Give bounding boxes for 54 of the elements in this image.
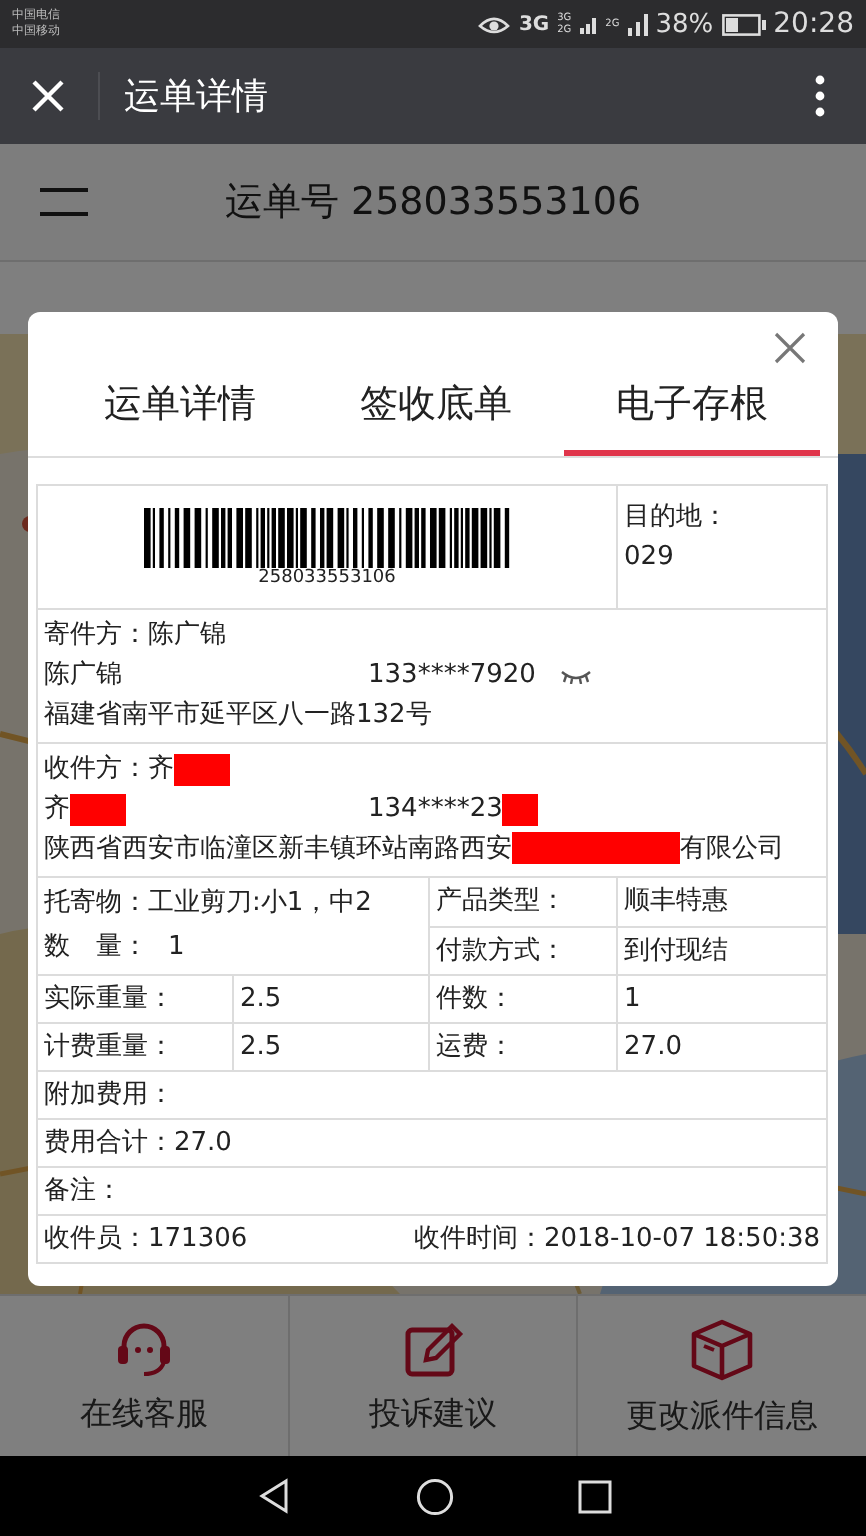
battery-icon	[721, 13, 766, 35]
edit-icon	[401, 1317, 465, 1381]
battery-percent: 38%	[655, 9, 714, 39]
table-cell: 2.5	[233, 975, 429, 1023]
home-icon[interactable]	[415, 1477, 453, 1515]
courier-id: 收件员：171306	[44, 1222, 248, 1258]
closed-eye-icon[interactable]	[559, 668, 592, 684]
table-cell: 运费：	[429, 1023, 618, 1071]
waybill-title: 运单号 258033553106	[224, 178, 642, 228]
recipient-address: 有限公司	[680, 834, 784, 864]
table-cell: 2.5	[233, 1023, 429, 1071]
barcode-number: 258033553106	[258, 567, 396, 587]
sender-heading: 寄件方：陈广锦	[44, 618, 228, 654]
sender-name: 陈广锦	[44, 658, 124, 694]
signal-icon	[627, 12, 648, 36]
recipient-heading: 收件方：齐	[44, 752, 174, 788]
table-cell: 1	[617, 975, 828, 1023]
phone-number: 134****23	[368, 792, 503, 828]
signal-icon	[579, 14, 598, 34]
table-cell: 到付现结	[617, 926, 828, 975]
tab[interactable]: 签收底单	[308, 368, 564, 456]
more-icon	[814, 74, 826, 118]
table-cell: 计费重量：	[37, 1023, 233, 1071]
goods-text: 托寄物：工业剪刀:小1，中2	[44, 886, 374, 922]
sender-address: 福建省南平市延平区八一路132号	[44, 698, 434, 734]
recent-apps-icon[interactable]	[577, 1479, 611, 1513]
close-icon	[774, 332, 806, 364]
tab[interactable]: 电子存根	[564, 368, 820, 456]
table-cell: 付款方式：	[429, 926, 618, 975]
box-icon	[688, 1315, 757, 1383]
close-icon	[30, 78, 66, 114]
table-cell: 费用合计：27.0	[37, 1119, 828, 1167]
eye-icon	[478, 12, 511, 36]
table-cell: 产品类型：	[429, 877, 618, 926]
table-cell: 27.0	[617, 1023, 828, 1071]
table-cell: 附加费用：	[37, 1071, 828, 1119]
tab[interactable]: 运单详情	[52, 368, 308, 456]
clock: 20:28	[773, 8, 854, 40]
back-icon[interactable]	[255, 1478, 291, 1514]
network-type: 3G	[518, 13, 550, 35]
phone-number: 133****7920	[368, 658, 536, 694]
table-cell: 顺丰特惠	[617, 877, 828, 926]
recipient-address: 陕西省西安市临潼区新丰镇环站南路西安	[44, 834, 512, 864]
field-value: 1	[168, 930, 185, 966]
pickup-time: 收件时间：2018-10-07 18:50:38	[413, 1222, 821, 1258]
window-title: 运单详情	[124, 74, 268, 120]
table-cell: 件数：	[429, 975, 618, 1023]
menu-icon[interactable]	[40, 188, 88, 216]
table-cell: 备注：	[37, 1167, 828, 1215]
field-label: 数 量：	[44, 930, 148, 966]
table-cell: 实际重量：	[37, 975, 233, 1023]
field-label: 目的地：	[624, 500, 731, 536]
recipient-name: 齐	[44, 792, 70, 828]
field-value: 029	[624, 540, 676, 576]
